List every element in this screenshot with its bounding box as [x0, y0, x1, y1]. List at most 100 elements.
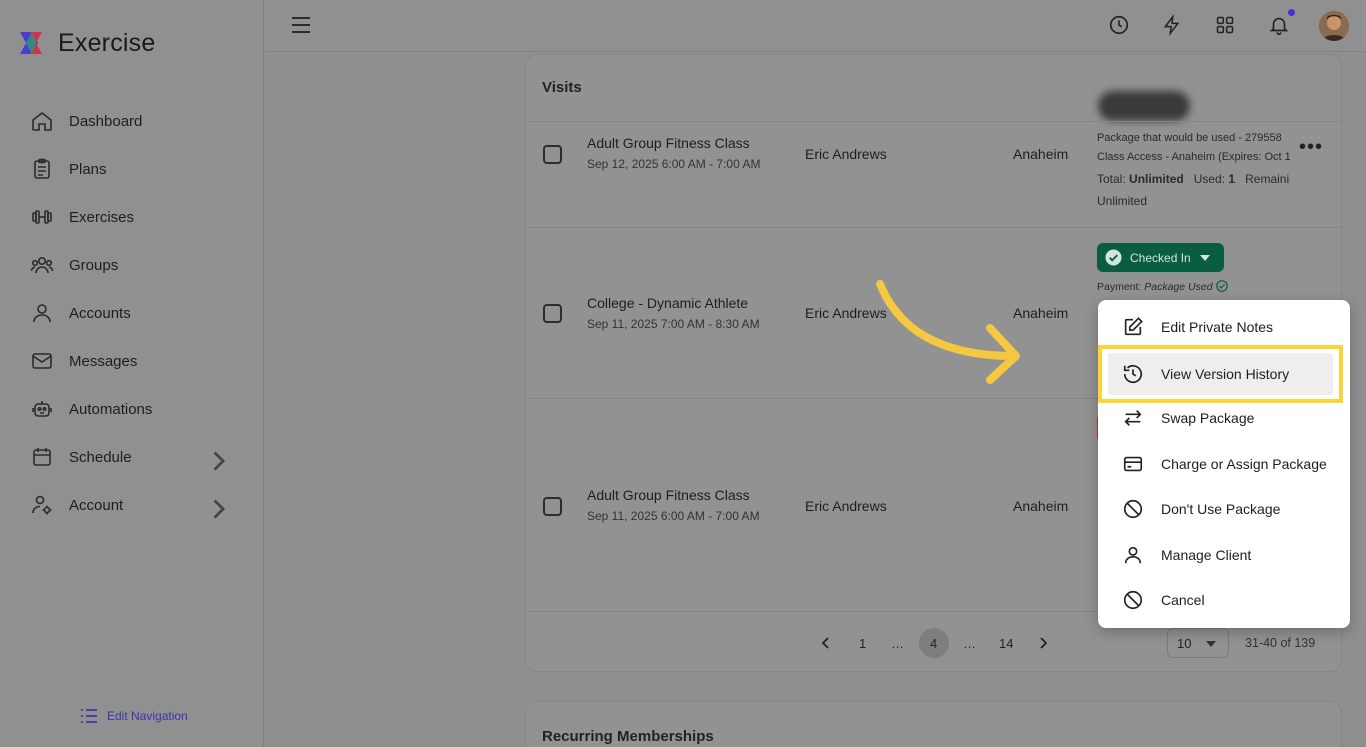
user-avatar-icon	[1319, 11, 1349, 41]
sidebar-item-label: Account	[69, 496, 124, 514]
more-options-button[interactable]: •••	[1299, 136, 1323, 159]
menu-item-dont-use-package[interactable]: Don't Use Package	[1098, 489, 1350, 529]
history-icon[interactable]	[1108, 14, 1130, 36]
client-name[interactable]: Eric Andrews	[805, 146, 887, 162]
edit-navigation-link[interactable]: Edit Navigation	[80, 708, 188, 724]
sidebar-item-exercises[interactable]: Exercises	[0, 193, 264, 241]
sidebar-item-label: Messages	[69, 352, 138, 370]
chevron-right-icon[interactable]	[1039, 637, 1047, 649]
exercise-logo-icon	[20, 32, 42, 54]
clipboard-icon	[34, 158, 50, 179]
chevron-right-icon	[213, 451, 226, 471]
menu-item-label: View Version History	[1161, 366, 1290, 382]
check-circle-outline-icon	[1215, 280, 1228, 292]
sidebar-item-label: Accounts	[69, 304, 131, 322]
menu-item-cancel[interactable]: Cancel	[1098, 580, 1350, 620]
sidebar-item-label: Automations	[69, 400, 153, 418]
hamburger-menu-icon[interactable]	[291, 16, 311, 34]
sidebar-item-groups[interactable]: Groups	[0, 241, 264, 289]
recurring-memberships-card: Recurring Memberships	[525, 701, 1342, 747]
sidebar-item-automations[interactable]: Automations	[0, 385, 264, 433]
client-name[interactable]: Eric Andrews	[805, 498, 887, 514]
person-icon	[1124, 546, 1142, 564]
sidebar-nav: Dashboard Plans Exercises Groups Account…	[0, 97, 264, 529]
caret-down-icon	[1206, 641, 1216, 647]
ban-icon	[1123, 499, 1143, 519]
sidebar-item-label: Dashboard	[69, 112, 143, 130]
per-page-value: 10	[1177, 636, 1192, 651]
envelope-icon	[32, 353, 52, 369]
payment-label: Payment:	[1097, 281, 1142, 293]
page-1[interactable]: 1	[859, 636, 866, 651]
row-checkbox[interactable]	[543, 145, 562, 164]
total-label: Total:	[1097, 172, 1126, 186]
sidebar-item-account[interactable]: Account	[0, 481, 264, 529]
per-page-select[interactable]: 10	[1167, 628, 1229, 658]
person-icon	[33, 304, 51, 323]
bell-icon[interactable]	[1268, 14, 1290, 36]
menu-item-label: Cancel	[1161, 592, 1205, 608]
sidebar-item-label: Schedule	[69, 448, 132, 466]
row-actions-menu: Edit Private Notes View Version History …	[1098, 300, 1350, 628]
visits-title: Visits	[542, 79, 582, 96]
menu-item-view-version-history[interactable]: View Version History	[1098, 345, 1343, 403]
bolt-icon[interactable]	[1162, 14, 1182, 36]
robot-icon	[32, 401, 52, 417]
swap-icon	[1124, 410, 1142, 426]
row-checkbox[interactable]	[543, 497, 562, 516]
menu-item-label: Don't Use Package	[1161, 501, 1281, 517]
table-row: Adult Group Fitness Class Sep 12, 2025 6…	[526, 121, 1343, 227]
status-label: Checked In	[1130, 250, 1191, 265]
payment-info: Payment: Package Used	[1097, 280, 1228, 293]
chevron-right-icon	[213, 499, 226, 519]
menu-item-manage-client[interactable]: Manage Client	[1098, 535, 1350, 575]
top-bar	[265, 0, 1366, 52]
menu-item-label: Edit Private Notes	[1161, 319, 1274, 335]
caret-down-icon	[1199, 254, 1210, 261]
class-time: Sep 11, 2025 7:00 AM - 8:30 AM	[587, 317, 760, 331]
menu-item-charge-or-assign-package[interactable]: Charge or Assign Package	[1098, 444, 1350, 484]
menu-item-label: Manage Client	[1161, 547, 1252, 563]
location: Anaheim	[1013, 146, 1069, 162]
row-checkbox[interactable]	[543, 304, 562, 323]
page-4[interactable]: 4	[930, 636, 937, 651]
page-14[interactable]: 14	[999, 636, 1013, 651]
class-name: Adult Group Fitness Class	[587, 135, 750, 151]
sidebar-item-messages[interactable]: Messages	[0, 337, 264, 385]
app-logo[interactable]: Exercise	[18, 28, 155, 58]
notification-dot	[1288, 9, 1295, 16]
checked-in-status-dropdown[interactable]: Checked In	[1097, 243, 1224, 272]
blurred-status-pill	[1098, 91, 1190, 121]
package-name-line: Class Access - Anaheim (Expires: Oct 11	[1097, 151, 1290, 163]
avatar[interactable]	[1319, 11, 1349, 41]
sidebar-item-accounts[interactable]: Accounts	[0, 289, 264, 337]
menu-item-edit-private-notes[interactable]: Edit Private Notes	[1098, 307, 1350, 347]
menu-item-label: Swap Package	[1161, 410, 1255, 426]
class-name: College - Dynamic Athlete	[587, 295, 749, 311]
home-icon	[32, 111, 52, 131]
group-icon	[30, 257, 54, 274]
sidebar-item-plans[interactable]: Plans	[0, 145, 264, 193]
calendar-icon	[33, 448, 51, 466]
used-label: Used:	[1193, 172, 1226, 186]
class-time: Sep 12, 2025 6:00 AM - 7:00 AM	[587, 157, 761, 171]
menu-item-swap-package[interactable]: Swap Package	[1098, 398, 1350, 438]
payment-value: Package Used	[1144, 281, 1213, 293]
used-value: 1	[1228, 172, 1236, 186]
sidebar-item-label: Plans	[69, 160, 107, 178]
grid-icon[interactable]	[1215, 14, 1235, 36]
list-icon	[81, 709, 97, 723]
total-value: Unlimited	[1129, 172, 1184, 186]
class-time: Sep 11, 2025 6:00 AM - 7:00 AM	[587, 509, 760, 523]
check-circle-icon	[1105, 249, 1122, 266]
results-range: 31-40 of 139	[1245, 636, 1316, 650]
chevron-left-icon[interactable]	[822, 637, 830, 649]
sidebar-item-schedule[interactable]: Schedule	[0, 433, 264, 481]
class-name: Adult Group Fitness Class	[587, 487, 750, 503]
location: Anaheim	[1013, 498, 1069, 514]
sidebar: Exercise Dashboard Plans Exercises Group…	[0, 0, 264, 747]
annotation-arrow-icon	[876, 280, 1020, 384]
sidebar-item-dashboard[interactable]: Dashboard	[0, 97, 264, 145]
package-usage: Total: Unlimited Used: 1 Remainin	[1097, 172, 1290, 186]
page-ellipsis: …	[891, 636, 904, 651]
